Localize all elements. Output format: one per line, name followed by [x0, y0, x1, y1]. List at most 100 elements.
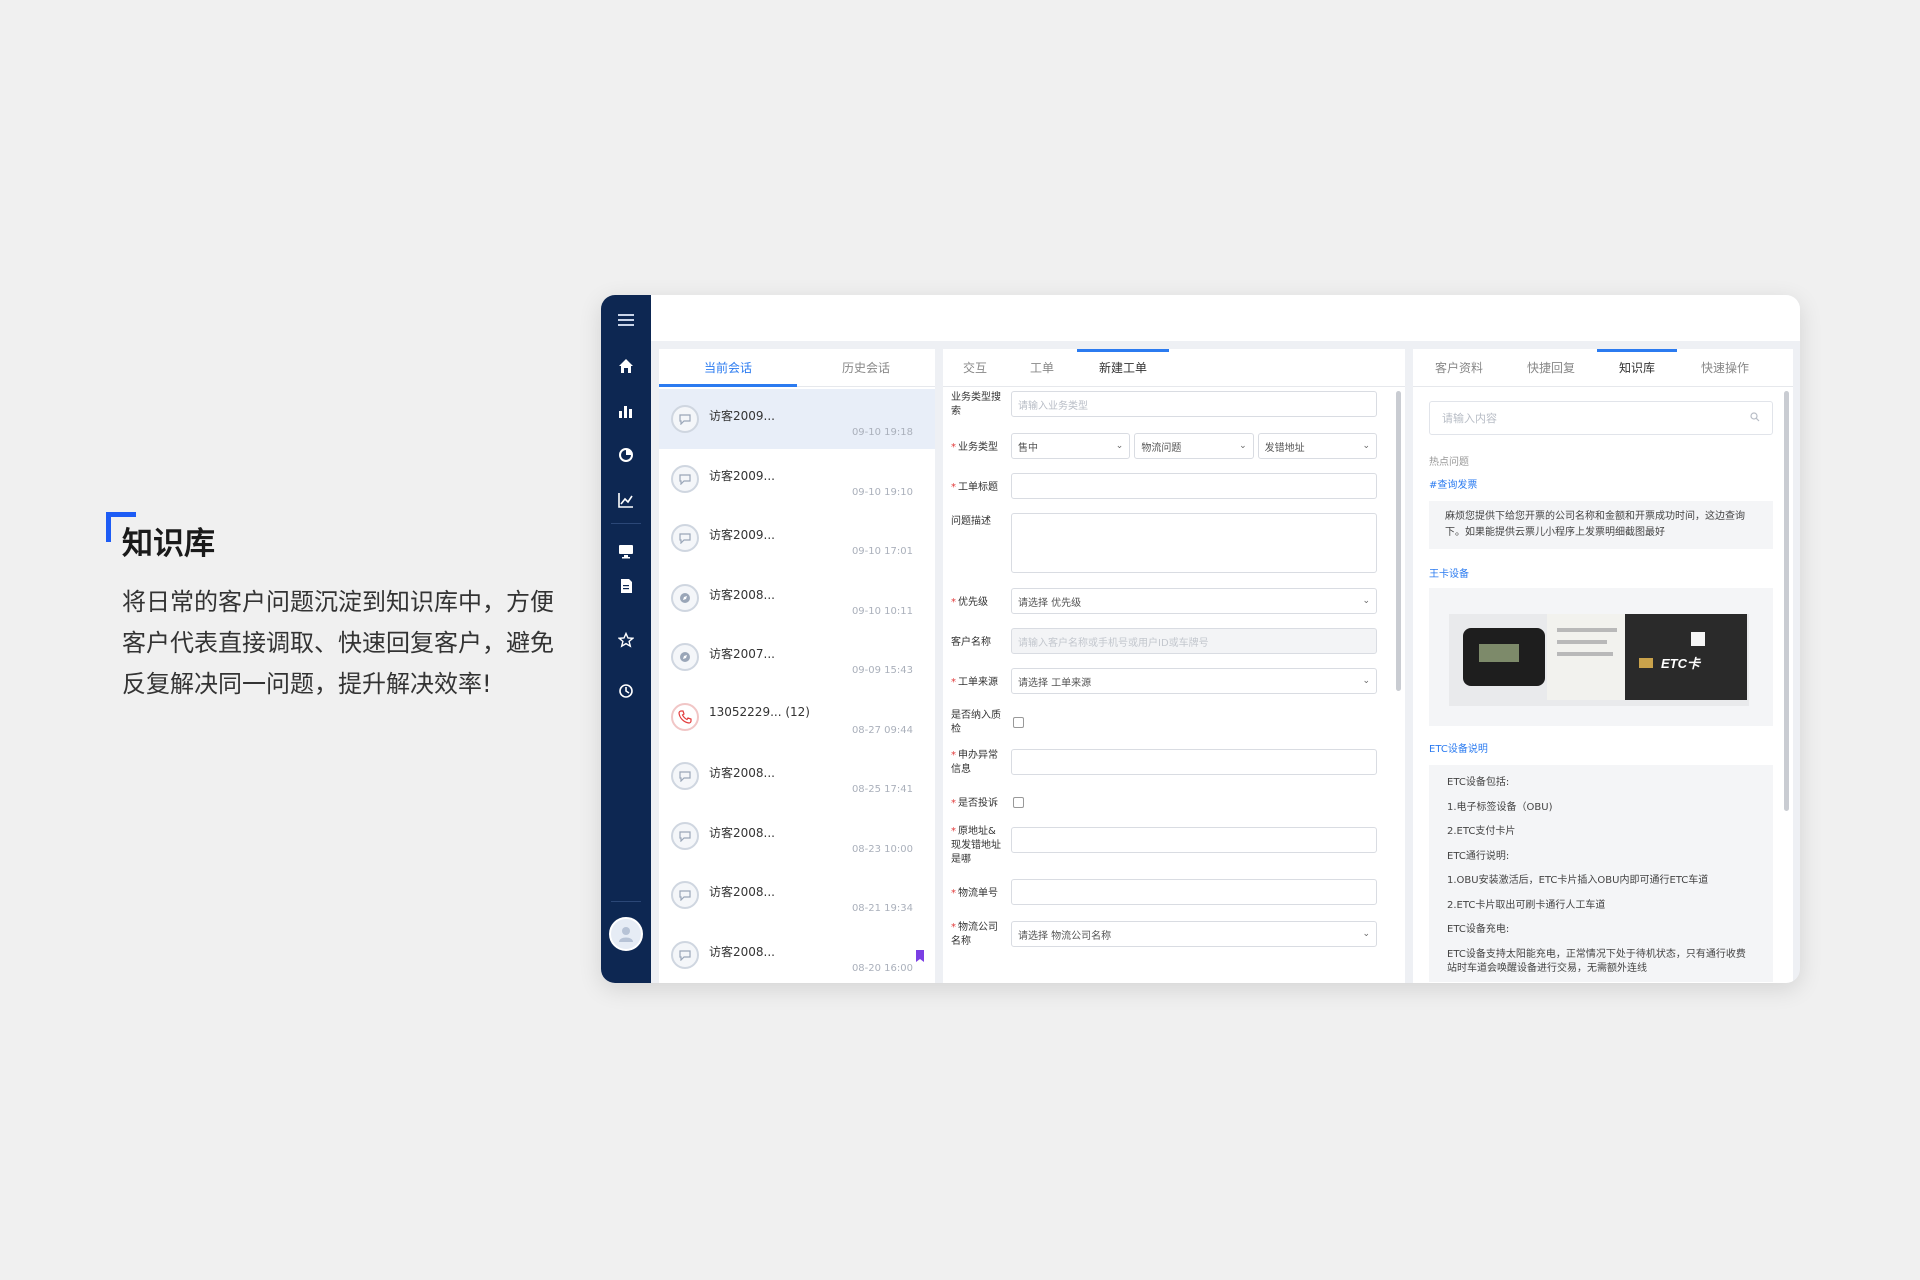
conversation-name: 访客2008... — [709, 885, 775, 899]
biz-search-input[interactable]: 请输入业务类型 — [1011, 391, 1377, 417]
customer-input[interactable]: 请输入客户名称或手机号或用户ID或车牌号 — [1011, 628, 1377, 654]
nav-rail — [601, 295, 651, 983]
chat-icon — [671, 821, 699, 850]
intro-title: 知识库 — [122, 526, 215, 562]
list-item[interactable]: 13052229... (12) 08-27 09:44 — [659, 687, 935, 747]
etc-device-image: ETC卡 — [1429, 588, 1773, 726]
tab-quick-reply[interactable]: 快捷回复 — [1505, 349, 1597, 386]
biz-search-label: 业务类型搜索 — [951, 392, 1001, 417]
exception-input[interactable] — [1011, 749, 1377, 775]
chat-icon — [671, 940, 699, 969]
tab-ticket[interactable]: 工单 — [1007, 349, 1077, 386]
conversation-time: 09-10 19:10 — [851, 486, 913, 498]
complaint-label: 是否投诉 — [958, 798, 998, 809]
qc-label: 是否纳入质检 — [951, 710, 1001, 735]
tab-quick-actions[interactable]: 快速操作 — [1677, 349, 1773, 386]
kb-item-etc[interactable]: ETC设备说明 — [1429, 740, 1773, 755]
hot-questions-label: 热点问题 — [1429, 457, 1469, 468]
list-item[interactable]: 访客2008... 08-21 19:34 — [659, 865, 935, 925]
tab-customer-info[interactable]: 客户资料 — [1413, 349, 1505, 386]
list-item[interactable]: 访客2008... 08-20 16:00 — [659, 925, 935, 984]
complaint-checkbox[interactable] — [1013, 797, 1024, 808]
bar-chart-icon[interactable] — [613, 398, 639, 424]
conversation-tabs: 当前会话 历史会话 — [659, 349, 935, 387]
kb-search-input[interactable]: 请输入内容 — [1429, 401, 1773, 435]
list-item[interactable]: 访客2009... 09-10 19:10 — [659, 449, 935, 509]
tab-history-sessions[interactable]: 历史会话 — [797, 349, 935, 386]
list-item[interactable]: 访客2009... 09-10 19:18 — [659, 389, 935, 449]
avatar[interactable] — [609, 917, 643, 951]
list-item[interactable]: 访客2008... 09-10 10:11 — [659, 568, 935, 628]
chat-icon — [671, 464, 699, 493]
logistics-select[interactable]: 请选择 物流公司名称 ⌄ — [1011, 921, 1377, 947]
conversation-name: 访客2007... — [709, 647, 775, 661]
compass-icon — [671, 643, 699, 671]
knowledge-tabs: 客户资料 快捷回复 知识库 快速操作 — [1413, 349, 1793, 387]
knowledge-panel: 客户资料 快捷回复 知识库 快速操作 请输入内容 热点问题 #查询发票 麻烦您提… — [1413, 349, 1793, 983]
conversation-name: 访客2008... — [709, 766, 775, 780]
conversation-time: 08-25 17:41 — [851, 784, 913, 795]
exception-label: 申办异常信息 — [951, 750, 998, 775]
biz-type-select-3[interactable]: 发错地址 ⌄ — [1257, 433, 1377, 459]
history-icon[interactable] — [613, 678, 639, 704]
chevron-down-icon: ⌄ — [1362, 676, 1370, 686]
chevron-down-icon: ⌄ — [1362, 441, 1370, 451]
list-item[interactable]: 访客2008... 08-25 17:41 — [659, 746, 935, 806]
bookmark-icon[interactable] — [915, 947, 925, 966]
home-icon[interactable] — [613, 353, 639, 379]
rail-divider — [611, 901, 641, 902]
chevron-down-icon: ⌄ — [1115, 441, 1124, 451]
title-label: 工单标题 — [958, 482, 998, 493]
etc-line: ETC设备充电: — [1447, 924, 1510, 935]
list-item[interactable]: 访客2009... 09-10 17:01 — [659, 508, 935, 568]
desc-textarea[interactable] — [1011, 513, 1377, 573]
tab-new-ticket[interactable]: 新建工单 — [1077, 349, 1169, 386]
form-scrollbar[interactable] — [1396, 391, 1401, 691]
biz-type-select-1[interactable]: 售中 ⌄ — [1011, 433, 1131, 459]
star-icon[interactable] — [613, 627, 639, 653]
title-input[interactable] — [1011, 473, 1377, 499]
tab-knowledge-base[interactable]: 知识库 — [1597, 349, 1677, 386]
document-icon[interactable] — [613, 573, 639, 599]
address-input[interactable] — [1011, 827, 1377, 853]
customer-label: 客户名称 — [951, 637, 991, 648]
intro-section: 知识库 将日常的客户问题沉淀到知识库中，方便客户代表直接调取、快速回复客户，避免… — [106, 508, 576, 705]
etc-line: 2.ETC卡片取出可刷卡通行人工车道 — [1447, 899, 1606, 911]
kb-item-device[interactable]: 王卡设备 — [1429, 565, 1773, 580]
conversation-time: 08-23 10:00 — [851, 843, 913, 855]
conversation-time: 09-10 10:11 — [851, 605, 913, 617]
kb-item-invoice-text: 麻烦您提供下给您开票的公司名称和金额和开票成功时间，这边查询下。如果能提供云票儿… — [1429, 501, 1773, 549]
priority-label: 优先级 — [958, 597, 988, 608]
etc-card-label: ETC卡 — [1661, 656, 1702, 671]
tab-interaction[interactable]: 交互 — [943, 349, 1007, 386]
knowledge-content: 请输入内容 热点问题 #查询发票 麻烦您提供下给您开票的公司名称和金额和开票成功… — [1429, 391, 1773, 982]
ticket-tabs: 交互 工单 新建工单 — [943, 349, 1405, 387]
qc-checkbox[interactable] — [1013, 717, 1024, 728]
conversation-time: 08-21 19:34 — [851, 903, 913, 914]
chevron-down-icon: ⌄ — [1362, 929, 1370, 939]
line-chart-icon[interactable] — [613, 487, 639, 513]
source-select[interactable]: 请选择 工单来源 ⌄ — [1011, 668, 1377, 694]
list-item[interactable]: 访客2008... 08-23 10:00 — [659, 806, 935, 866]
conversation-name: 访客2008... — [709, 587, 775, 602]
logistics-label: 物流公司名称 — [951, 922, 998, 947]
conversation-name: 访客2009... — [709, 409, 775, 423]
desc-label: 问题描述 — [951, 516, 991, 527]
biz-type-select-2[interactable]: 物流问题 ⌄ — [1134, 433, 1254, 459]
kb-item-invoice[interactable]: #查询发票 — [1429, 476, 1773, 491]
monitor-icon[interactable] — [613, 538, 639, 564]
etc-line: 2.ETC支付卡片 — [1447, 826, 1516, 837]
pie-chart-icon[interactable] — [613, 442, 639, 468]
chat-icon — [671, 881, 699, 909]
priority-select[interactable]: 请选择 优先级 ⌄ — [1011, 588, 1377, 614]
tab-current-sessions[interactable]: 当前会话 — [659, 349, 797, 387]
compass-icon — [671, 583, 699, 612]
tracking-input[interactable] — [1011, 879, 1377, 905]
menu-icon[interactable] — [613, 307, 639, 333]
kb-scrollbar[interactable] — [1784, 391, 1789, 811]
conversation-name: 13052229... (12) — [709, 704, 810, 719]
search-icon[interactable] — [1750, 411, 1760, 425]
conversation-panel: 当前会话 历史会话 访客2009... 09-10 19:18 访客2009..… — [659, 349, 935, 983]
top-bar — [651, 295, 1800, 341]
list-item[interactable]: 访客2007... 09-09 15:43 — [659, 627, 935, 687]
